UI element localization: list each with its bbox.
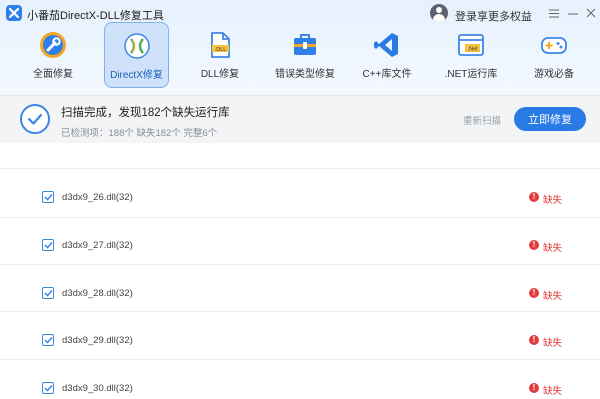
missing-status: 缺失 (543, 291, 563, 302)
main-nav: 全面修复 DirectX修复 .DLL DLL修复 错误类型修复 C++库文件 … (0, 22, 600, 90)
nav-item-game-essentials[interactable]: 游戏必备 (526, 22, 582, 88)
scan-result-detail: 已检测项：188个 缺失182个 完整6个 (61, 128, 218, 139)
scan-status-bar: 扫描完成，发现182个缺失运行库 已检测项：188个 缺失182个 完整6个 重… (0, 95, 600, 143)
nav-item-dotnet-runtime[interactable]: .Net .NET运行库 (441, 22, 501, 88)
item-checkbox[interactable] (42, 334, 54, 346)
missing-status: 缺失 (543, 243, 563, 254)
dll-filename: d3dx9_26.dll(32) (62, 192, 133, 203)
missing-status: 缺失 (543, 386, 563, 397)
row-divider (0, 264, 600, 265)
row-divider (0, 217, 600, 218)
error-icon: ! (529, 240, 539, 250)
list-item[interactable]: d3dx9_30.dll(32) ! 缺失 (0, 382, 600, 399)
svg-text:.Net: .Net (467, 47, 478, 53)
item-checkbox[interactable] (42, 191, 54, 203)
nav-label: DLL修复 (200, 69, 240, 80)
minimize-icon[interactable] (565, 5, 581, 21)
dll-filename: d3dx9_29.dll(32) (62, 335, 133, 346)
row-divider (0, 311, 600, 312)
close-icon[interactable] (583, 5, 599, 21)
menu-icon[interactable] (546, 5, 562, 21)
list-item[interactable]: d3dx9_27.dll(32) ! 缺失 (0, 239, 600, 287)
nav-item-directx-repair[interactable]: DirectX修复 (104, 22, 169, 88)
nav-label: 游戏必备 (534, 69, 574, 80)
gamepad-icon (539, 30, 569, 60)
dll-filename: d3dx9_27.dll(32) (62, 240, 133, 251)
fix-now-button[interactable]: 立即修复 (514, 107, 586, 131)
item-checkbox[interactable] (42, 382, 54, 394)
list-item[interactable]: d3dx9_29.dll(32) ! 缺失 (0, 334, 600, 382)
error-icon: ! (529, 192, 539, 202)
top-bar: 小番茄DirectX-DLL修复工具 登录享更多权益 全面修复 DirectX修… (0, 0, 600, 95)
nav-label: DirectX修复 (110, 70, 163, 81)
nav-label: C++库文件 (362, 69, 412, 80)
nav-label: 错误类型修复 (275, 69, 335, 80)
nav-item-full-repair[interactable]: 全面修复 (22, 22, 84, 88)
dotnet-window-icon: .Net (456, 30, 486, 60)
dll-file-icon: .DLL (205, 30, 235, 60)
list-item[interactable]: d3dx9_26.dll(32) ! 缺失 (0, 191, 600, 239)
toolbox-icon (290, 30, 320, 60)
error-icon: ! (529, 383, 539, 393)
directx-icon (122, 31, 152, 61)
nav-label: 全面修复 (33, 69, 73, 80)
nav-item-cpp-runtime[interactable]: C++库文件 (357, 22, 417, 88)
item-checkbox[interactable] (42, 287, 54, 299)
dll-filename: d3dx9_28.dll(32) (62, 288, 133, 299)
nav-item-error-type-repair[interactable]: 错误类型修复 (270, 22, 340, 88)
row-divider (0, 359, 600, 360)
svg-text:.DLL: .DLL (215, 47, 227, 53)
code-icon (372, 30, 402, 60)
item-checkbox[interactable] (42, 239, 54, 251)
avatar[interactable] (430, 4, 448, 22)
app-logo-icon (6, 5, 22, 21)
error-icon: ! (529, 288, 539, 298)
missing-status: 缺失 (543, 195, 563, 206)
wrench-icon (38, 30, 68, 60)
missing-library-list[interactable]: d3dx9_26.dll(32) ! 缺失 d3dx9_27.dll(32) !… (0, 143, 600, 399)
dll-filename: d3dx9_30.dll(32) (62, 383, 133, 394)
nav-item-dll-repair[interactable]: .DLL DLL修复 (192, 22, 248, 88)
scan-result-title: 扫描完成，发现182个缺失运行库 (61, 107, 230, 119)
missing-status: 缺失 (543, 338, 563, 349)
nav-label: .NET运行库 (444, 69, 498, 80)
row-divider (0, 168, 600, 169)
app-title: 小番茄DirectX-DLL修复工具 (27, 10, 164, 22)
error-icon: ! (529, 335, 539, 345)
rescan-link[interactable]: 重新扫描 (463, 113, 501, 127)
scan-complete-check-icon (20, 104, 50, 134)
